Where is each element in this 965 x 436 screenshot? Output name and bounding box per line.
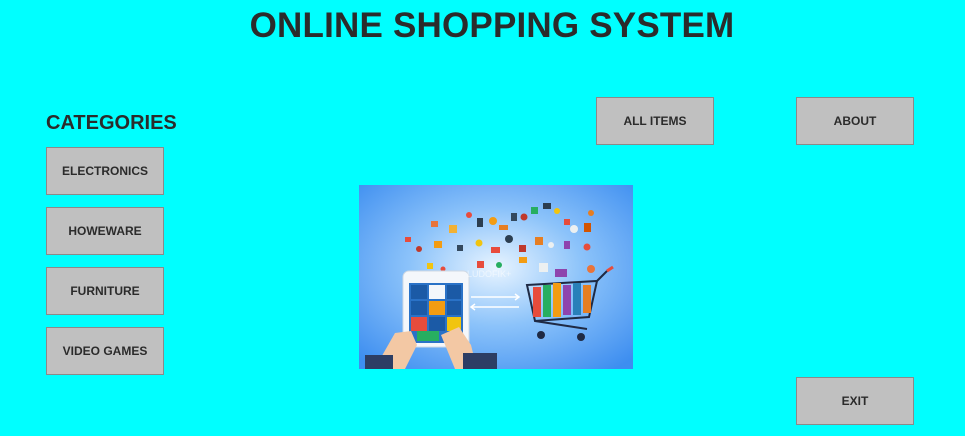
categories-heading: CATEGORIES [46,112,177,134]
category-furniture-button[interactable]: FURNITURE [46,267,164,315]
all-items-button[interactable]: ALL ITEMS [596,97,714,145]
about-button[interactable]: ABOUT [796,97,914,145]
category-electronics-button[interactable]: ELECTRONICS [46,147,164,195]
page-title: ONLINE SHOPPING SYSTEM [249,6,735,45]
category-homeware-button[interactable]: HOWEWARE [46,207,164,255]
online-shopping-illustration: LUDOFIK+ [359,185,633,369]
hero-watermark: LUDOFIK+ [467,269,511,279]
category-video-games-button[interactable]: VIDEO GAMES [46,327,164,375]
exit-button[interactable]: EXIT [796,377,914,425]
